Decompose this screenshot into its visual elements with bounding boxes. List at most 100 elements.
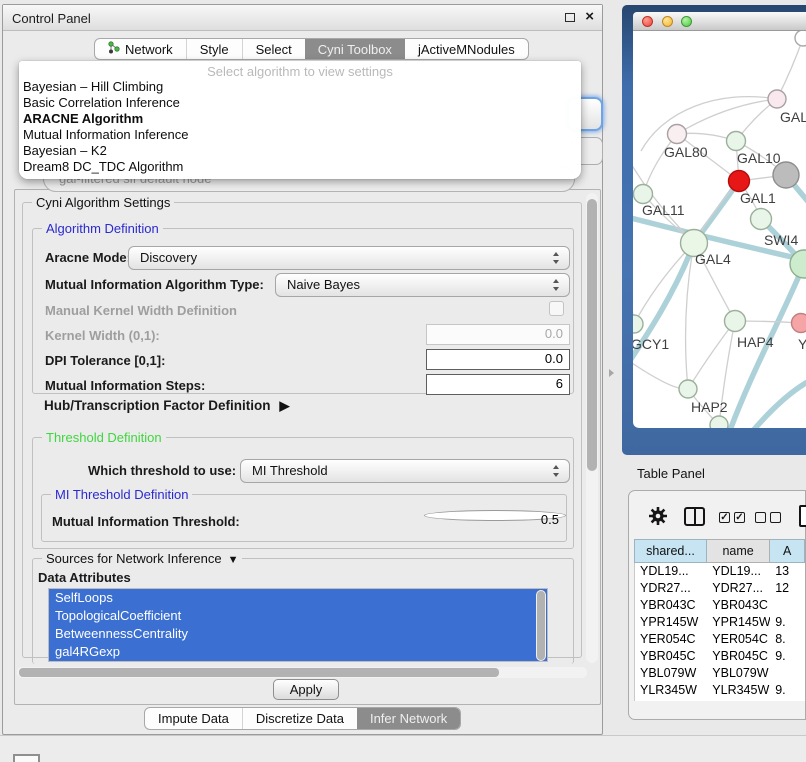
algorithm-option[interactable]: Basic Correlation Inference [19,95,581,111]
attribute-item-selected[interactable]: gal4RGexp [49,643,547,661]
gear-icon[interactable] [648,506,668,531]
columns-icon[interactable] [684,507,705,526]
cell: YLR345W [707,682,770,699]
cell: YIL052C [635,699,707,701]
node-table: shared... name A YDL19...YDL19...13 YDR2… [634,539,805,719]
table-row[interactable]: YBR045CYBR045C9. [635,648,805,665]
close-traffic-light[interactable] [642,16,653,27]
list-vertical-scrollbar[interactable] [536,590,546,661]
table-row[interactable]: YDR27...YDR27...12 [635,580,805,597]
data-attributes-label: Data Attributes [38,570,131,585]
export-table-icon[interactable] [799,505,806,527]
column-header-shared-name[interactable]: shared... [634,539,707,563]
mi-algorithm-type-combo[interactable]: Naive Bayes [275,273,570,297]
kernel-width-label: Kernel Width (0,1): [45,328,160,343]
table-row[interactable]: YLR345WYLR345W9. [635,682,805,699]
attribute-item-selected[interactable]: SelfLoops [49,589,547,607]
network-node-gal80[interactable] [668,125,687,144]
dpi-tolerance-field[interactable]: 0.0 [426,349,570,370]
table-row[interactable]: YBL079WYBL079W [635,665,805,682]
float-window-icon[interactable] [565,13,575,22]
network-node-gcy1[interactable] [633,315,643,333]
table-row[interactable]: YER054CYER054C8. [635,631,805,648]
attribute-item-selected[interactable]: BetweennessCentrality [49,625,547,643]
aracne-mode-combo[interactable]: Discovery [128,246,570,270]
zoom-traffic-light[interactable] [681,16,692,27]
scrollbar-thumb[interactable] [587,199,597,471]
minimized-panel-button[interactable] [13,754,40,762]
select-all-checkboxes-icon[interactable]: ✓ ✓ [719,512,745,523]
mi-threshold-group: MI Threshold Definition Mutual Informati… [41,494,567,542]
attribute-item-selected[interactable]: TopologicalCoefficient [49,607,547,625]
cell: YBR045C [707,648,770,665]
deselect-all-checkboxes-icon[interactable] [755,512,781,523]
manual-kernel-checkbox[interactable] [549,301,564,316]
table-row[interactable]: YIL052CYIL052C0. [635,699,805,701]
settings-vertical-scrollbar[interactable] [586,193,598,663]
network-node[interactable] [795,31,806,46]
table-row[interactable]: YDL19...YDL19...13 [635,563,805,580]
tab-infer-network[interactable]: Infer Network [357,708,460,729]
combo-arrows-icon [553,252,560,264]
network-window-titlebar[interactable] [633,12,806,31]
settings-horizontal-scrollbar[interactable] [17,667,587,678]
algorithm-option[interactable]: Dream8 DC_TDC Algorithm [19,159,581,175]
which-threshold-value: MI Threshold [252,463,328,478]
tab-cyni-toolbox[interactable]: Cyni Toolbox [305,39,405,59]
hub-definition-toggle[interactable]: Hub/Transcription Factor Definition▶ [44,398,290,414]
scrollbar-thumb[interactable] [537,591,545,660]
close-icon[interactable]: × [585,8,594,25]
mi-threshold-field[interactable]: 0.5 [424,510,566,521]
tab-style[interactable]: Style [186,39,242,59]
network-node-pink[interactable] [792,314,806,333]
aracne-mode-label: Aracne Mode: [45,250,131,265]
bottom-strip [0,735,806,762]
node-label: GAL4 [695,251,731,267]
cell: YBL079W [635,665,707,682]
cyni-settings-container: Cyni Algorithm Settings Algorithm Defini… [14,189,601,705]
table-toolbar: ✓ ✓ [629,491,805,537]
scrollbar-thumb[interactable] [19,668,499,677]
mi-threshold-label: Mutual Information Threshold: [52,514,240,529]
kernel-width-field[interactable]: 0.0 [426,324,570,345]
network-node-hap2[interactable] [679,380,697,398]
algorithm-option[interactable]: Mutual Information Inference [19,127,581,143]
network-node-red[interactable] [729,171,750,192]
minimize-traffic-light[interactable] [662,16,673,27]
network-canvas[interactable]: GAL GAL80 GAL10 GAL1 GAL11 GAL4 SWI4 GCY… [633,31,806,428]
tab-discretize-data[interactable]: Discretize Data [242,708,357,729]
tab-network[interactable]: Network [95,39,186,59]
algorithm-option[interactable]: Bayesian – Hill Climbing [19,79,581,95]
node-label: HAP2 [691,399,728,415]
tab-select[interactable]: Select [242,39,305,59]
algorithm-option-selected[interactable]: ARACNE Algorithm [19,111,581,127]
cell: YBL079W [707,665,770,682]
panel-splitter-handle[interactable] [609,369,614,377]
which-threshold-combo[interactable]: MI Threshold [240,459,570,483]
network-node[interactable] [768,90,786,108]
network-node-gal11[interactable] [634,185,653,204]
expanded-arrow-icon: ▼ [228,554,239,566]
column-header-name[interactable]: name [707,539,770,563]
tab-impute-data[interactable]: Impute Data [145,708,242,729]
network-node-hap4[interactable] [725,311,746,332]
sources-toggle[interactable]: Sources for Network Inference▼ [42,551,242,566]
apply-button[interactable]: Apply [273,679,339,700]
algorithm-option[interactable]: Bayesian – K2 [19,143,581,159]
node-label: GCY1 [633,336,669,352]
column-header-third[interactable]: A [770,539,805,563]
network-node[interactable] [710,416,728,428]
table-row[interactable]: YPR145WYPR145W9. [635,614,805,631]
which-threshold-label: Which threshold to use: [88,463,236,478]
network-node[interactable] [751,209,772,230]
network-node-gal10[interactable] [727,132,746,151]
tab-jactivemnodules[interactable]: jActiveMNodules [405,39,528,59]
collapsed-arrow-icon: ▶ [280,398,290,414]
cell: YBR043C [635,597,707,614]
combo-arrows-icon [553,465,560,477]
node-label: HAP4 [737,334,774,350]
cell: YLR345W [635,682,707,699]
group-title: Algorithm Definition [42,221,163,236]
mi-steps-field[interactable]: 6 [426,374,570,395]
table-row[interactable]: YBR043CYBR043C [635,597,805,614]
